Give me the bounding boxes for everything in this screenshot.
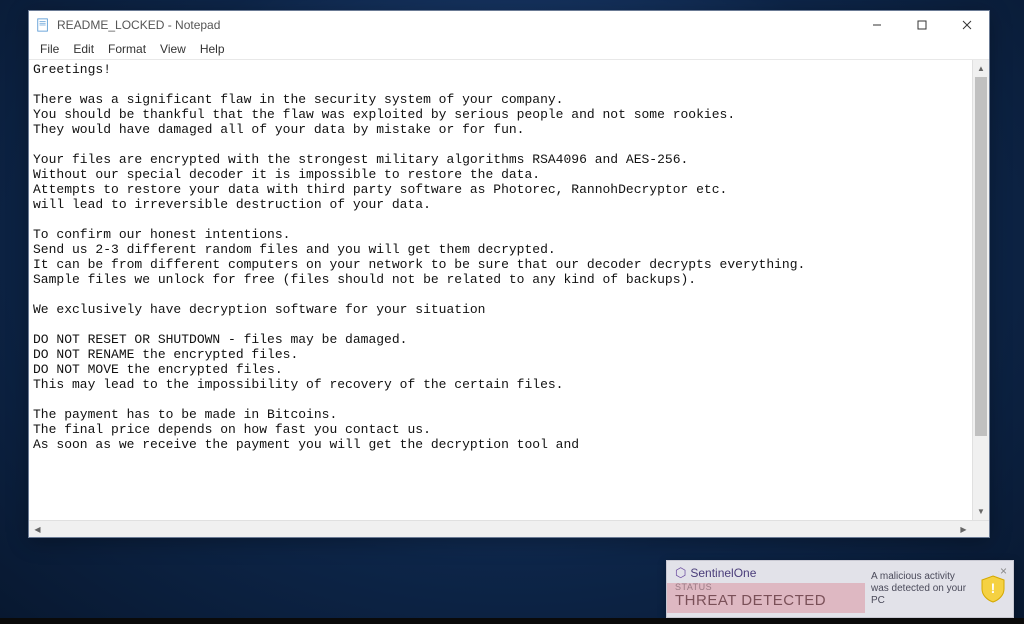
menu-view[interactable]: View <box>153 40 193 58</box>
notepad-icon <box>35 17 51 33</box>
close-button[interactable] <box>944 11 989 39</box>
scrollbar-corner <box>972 521 989 537</box>
toast-status-value: THREAT DETECTED <box>675 592 857 609</box>
toast-status-label: STATUS <box>675 582 857 592</box>
menu-format[interactable]: Format <box>101 40 153 58</box>
window-controls <box>854 11 989 39</box>
toast-message-panel: A malicious activity was detected on you… <box>865 561 1013 617</box>
toast-message: A malicious activity was detected on you… <box>871 571 973 607</box>
scroll-right-button[interactable]: ▶ <box>955 521 972 537</box>
vertical-scrollbar[interactable]: ▲ ▼ <box>972 60 989 520</box>
scroll-down-button[interactable]: ▼ <box>973 503 989 520</box>
window-title: README_LOCKED - Notepad <box>57 18 854 32</box>
menu-edit[interactable]: Edit <box>66 40 101 58</box>
toast-brand-name: SentinelOne <box>690 566 756 580</box>
warning-shield-icon: ! <box>979 575 1007 603</box>
taskbar[interactable] <box>0 618 1024 624</box>
toast-close-button[interactable]: × <box>1000 564 1007 578</box>
toast-brand: ⬡ SentinelOne <box>675 565 857 581</box>
minimize-button[interactable] <box>854 11 899 39</box>
notepad-window: README_LOCKED - Notepad File Edit Format… <box>28 10 990 538</box>
svg-text:!: ! <box>991 580 996 596</box>
sentinelone-logo-icon: ⬡ <box>675 565 686 581</box>
text-content[interactable]: Greetings! There was a significant flaw … <box>29 60 972 520</box>
text-area-container: Greetings! There was a significant flaw … <box>29 59 989 520</box>
menubar: File Edit Format View Help <box>29 39 989 59</box>
horizontal-scrollbar[interactable]: ◀ ▶ <box>29 520 989 537</box>
maximize-button[interactable] <box>899 11 944 39</box>
menu-help[interactable]: Help <box>193 40 232 58</box>
toast-status-panel: ⬡ SentinelOne STATUS THREAT DETECTED <box>667 561 865 617</box>
titlebar[interactable]: README_LOCKED - Notepad <box>29 11 989 39</box>
scroll-left-button[interactable]: ◀ <box>29 521 46 537</box>
threat-notification-toast[interactable]: × ⬡ SentinelOne STATUS THREAT DETECTED A… <box>666 560 1014 618</box>
vertical-scrollbar-thumb[interactable] <box>975 77 987 436</box>
scroll-up-button[interactable]: ▲ <box>973 60 989 77</box>
menu-file[interactable]: File <box>33 40 66 58</box>
horizontal-scrollbar-track[interactable] <box>46 521 955 537</box>
